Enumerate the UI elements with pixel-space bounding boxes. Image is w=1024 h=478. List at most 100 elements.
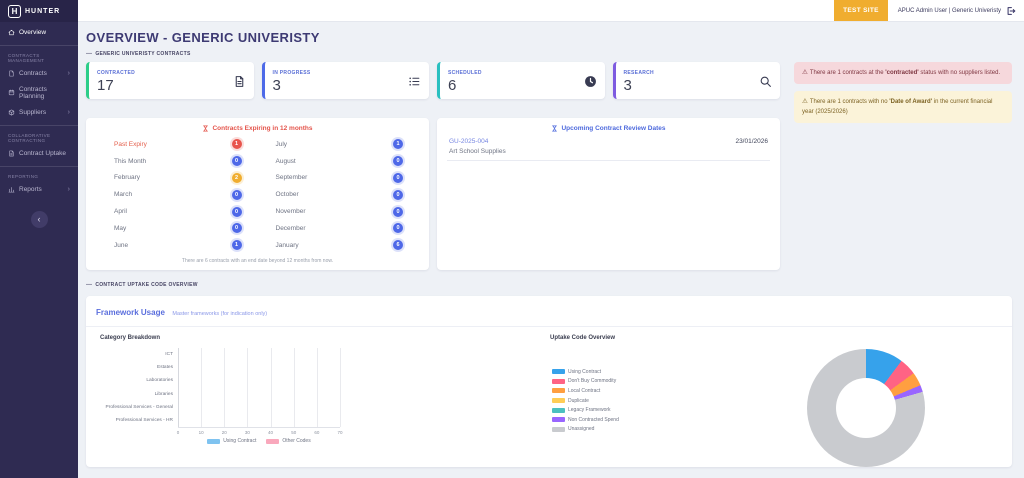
sign-out-icon[interactable] <box>1006 6 1016 16</box>
bar-chart-labels: ICT Estates Laboratories Libraries Professio… <box>100 348 178 428</box>
legend-swatch <box>552 369 565 375</box>
page-title: OVERVIEW - GENERIC UNIVERISTY <box>86 30 320 45</box>
sidebar-item-label: Contract Uptake <box>19 149 66 157</box>
legend-item-local-contract: Local Contract <box>552 386 619 396</box>
stat-card-contracted[interactable]: CONTRACTED 17 <box>86 62 254 99</box>
sidebar-item-label: Suppliers <box>19 108 47 116</box>
legend-label: Unassigned <box>568 426 595 433</box>
sidebar-item-label: Reports <box>19 185 42 193</box>
legend-swatch <box>552 398 565 404</box>
count-badge: 0 <box>231 189 242 200</box>
expiring-row-july: July 1 <box>275 136 403 153</box>
hourglass-icon <box>202 125 209 132</box>
bar-row-libraries <box>178 388 340 401</box>
stat-label: RESEARCH <box>623 69 654 76</box>
expiring-footnote: There are 6 contracts with an end date b… <box>181 257 334 264</box>
bar-category-label: Libraries <box>154 391 173 397</box>
calendar-icon <box>8 89 15 96</box>
legend-label: Using Contract <box>223 438 257 445</box>
bar-row-estates <box>178 361 340 374</box>
framework-usage-subtitle: Master frameworks (for indication only) <box>172 311 268 317</box>
search-icon <box>759 75 772 88</box>
sidebar-collapse-button[interactable]: ‹ <box>30 211 48 228</box>
sidebar-section-label: REPORTING <box>8 174 39 179</box>
legend-swatch <box>552 388 565 394</box>
section-toggle-contracts[interactable]: — GENERIC UNIVERISTY CONTRACTS <box>86 51 1012 57</box>
stat-card-in-progress[interactable]: IN PROGRESS 3 <box>261 62 429 99</box>
expiring-row-april: April 0 <box>114 203 242 220</box>
count-badge: 0 <box>393 156 403 167</box>
stat-value: 17 <box>97 76 114 94</box>
section-toggle-uptake[interactable]: — CONTRACT UPTAKE CODE OVERVIEW <box>86 282 780 288</box>
stat-label: SCHEDULED <box>448 69 482 76</box>
expiring-label: February <box>114 174 141 182</box>
legend-label: Using Contract <box>568 368 602 375</box>
contract-reference-link[interactable]: GU-2025-004 <box>449 138 768 145</box>
stat-label: CONTRACTED <box>97 69 135 76</box>
sidebar-group: Overview <box>0 22 78 42</box>
review-panel-title: Upcoming Contract Review Dates <box>447 125 770 132</box>
alerts-column: ⚠ There are 1 contracts at the 'contracte… <box>794 62 1012 293</box>
donut-chart <box>807 349 925 467</box>
expiring-panel-title: Contracts Expiring in 12 months <box>96 125 419 132</box>
axis-tick: 60 <box>314 430 320 436</box>
expiring-row-december: December 0 <box>276 220 403 237</box>
contract-name: Art School Supplies <box>449 148 506 155</box>
expiring-row-may: May 0 <box>114 220 242 237</box>
legend-item-other-codes: Other Codes <box>266 438 311 444</box>
expiring-label: July <box>275 140 288 148</box>
stat-card-research[interactable]: RESEARCH 3 <box>612 62 780 99</box>
legend-swatch <box>266 438 280 444</box>
category-breakdown-chart: Category Breakdown ICT Estates Laboratorie… <box>94 335 544 457</box>
expiring-row-september: September 0 <box>275 170 403 187</box>
stat-value: 3 <box>623 76 632 94</box>
collapse-icon: — <box>86 51 93 57</box>
bar-category-label: Laboratories <box>146 378 173 384</box>
file-check-icon <box>8 150 15 157</box>
count-badge: 0 <box>393 223 403 234</box>
legend-label: Don't Buy Commodity <box>568 378 617 385</box>
sidebar-group: COLLABORATIVE CONTRACTING Contract Uptake <box>0 125 78 163</box>
expiring-row-march: March 0 <box>114 186 242 203</box>
expiring-label: September <box>275 174 308 182</box>
bar-category-label: Professional Services - HR <box>115 417 173 423</box>
legend-swatch <box>552 417 565 423</box>
count-badge: 1 <box>231 139 242 150</box>
legend-item-using-contract: Using Contract <box>207 438 256 444</box>
count-badge: 0 <box>231 206 242 217</box>
sidebar-item-reports[interactable]: Reports › <box>0 181 78 197</box>
sidebar-item-suppliers[interactable]: Suppliers › <box>0 104 78 120</box>
expiring-row-february: February 2 <box>114 170 242 187</box>
count-badge: 0 <box>393 189 403 200</box>
hunter-logo-icon: H <box>8 4 21 18</box>
sidebar-item-contract-uptake[interactable]: Contract Uptake <box>0 145 78 161</box>
bar-chart-title: Category Breakdown <box>100 335 161 341</box>
user-menu[interactable]: APUC Admin User | Generic Univeristy <box>898 8 1001 14</box>
expiring-row-june: June 1 <box>114 237 242 254</box>
uptake-code-chart: Uptake Code Overview Using Contract Don't… <box>544 335 1006 467</box>
sidebar-item-contracts-planning[interactable]: Contracts Planning <box>0 81 78 104</box>
count-badge: 0 <box>393 172 403 183</box>
expiring-row-august: August 0 <box>276 153 403 170</box>
checklist-icon <box>408 75 421 88</box>
sidebar-item-contracts[interactable]: Contracts › <box>0 65 78 81</box>
expiring-column-left: Past Expiry 1 This Month 0 February 2 March 0 Ap… <box>96 136 258 254</box>
expiring-label: Past Expiry <box>114 140 147 148</box>
expiring-row-october: October 0 <box>276 186 403 203</box>
section-label: CONTRACT UPTAKE CODE OVERVIEW <box>95 282 198 288</box>
stat-card-scheduled[interactable]: SCHEDULED 6 <box>437 62 605 99</box>
legend-label: Duplicate <box>568 397 589 404</box>
bar-chart-plot <box>178 348 341 429</box>
bar-category-label: ICT <box>165 352 173 357</box>
sidebar-item-overview[interactable]: Overview <box>0 24 78 40</box>
review-date: 23/01/2026 <box>735 138 768 145</box>
box-icon <box>8 109 15 116</box>
alert-danger: ⚠ There are 1 contracts at the 'contracte… <box>794 62 1012 85</box>
chevron-right-icon: › <box>67 68 71 77</box>
axis-tick: 50 <box>291 430 297 436</box>
count-badge: 2 <box>231 172 242 183</box>
count-badge: 1 <box>393 139 403 150</box>
chevron-left-icon: ‹ <box>37 214 41 224</box>
count-badge: 0 <box>393 206 403 217</box>
main-content: OVERVIEW - GENERIC UNIVERISTY — GENERIC … <box>78 22 1024 478</box>
